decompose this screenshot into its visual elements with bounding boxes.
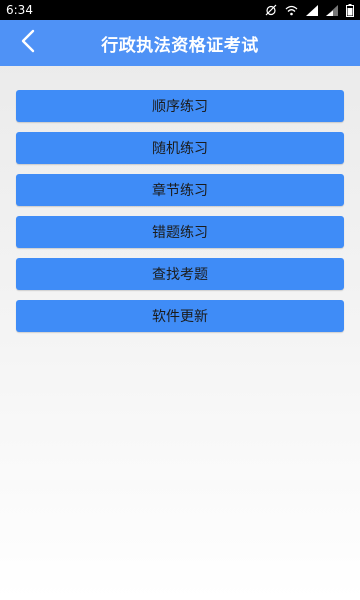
signal-icon <box>326 4 338 16</box>
status-time: 6:34 <box>6 3 33 17</box>
sequential-practice-button[interactable]: 顺序练习 <box>16 90 344 122</box>
status-icons <box>265 3 354 17</box>
chapter-practice-button[interactable]: 章节练习 <box>16 174 344 206</box>
battery-icon <box>346 3 354 17</box>
random-practice-button[interactable]: 随机练习 <box>16 132 344 164</box>
main-menu: 顺序练习 随机练习 章节练习 错题练习 查找考题 软件更新 <box>16 90 344 342</box>
signal-icon <box>306 4 318 16</box>
status-bar: 6:34 <box>0 0 360 20</box>
chevron-left-icon <box>20 29 36 57</box>
wifi-icon <box>285 5 298 16</box>
app-bar: 行政执法资格证考试 <box>0 20 360 66</box>
wrong-questions-practice-button[interactable]: 错题练习 <box>16 216 344 248</box>
search-questions-button[interactable]: 查找考题 <box>16 258 344 290</box>
alarm-off-icon <box>265 4 277 16</box>
page-title: 行政执法资格证考试 <box>101 35 259 56</box>
software-update-button[interactable]: 软件更新 <box>16 300 344 332</box>
back-button[interactable] <box>14 29 42 57</box>
